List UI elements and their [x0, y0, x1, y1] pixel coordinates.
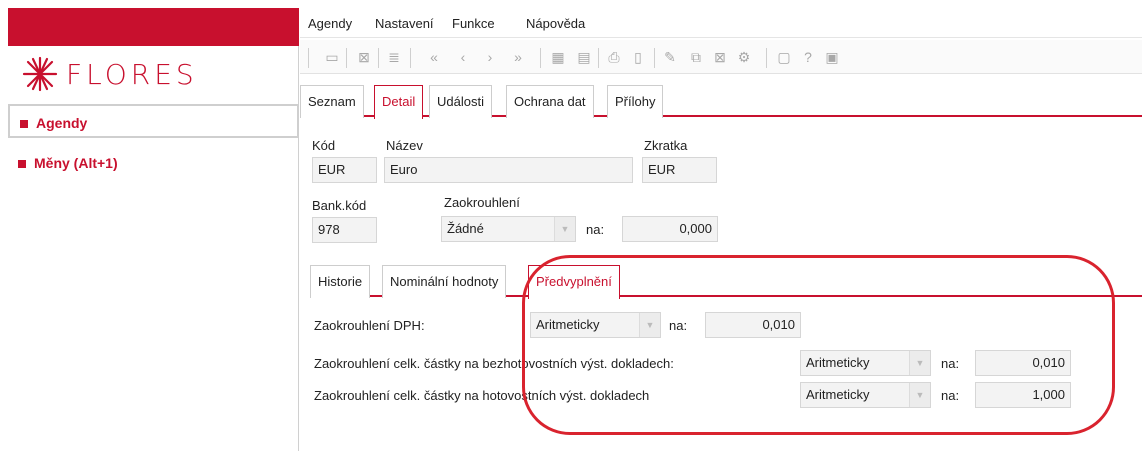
kod-field[interactable]: EUR — [312, 157, 377, 183]
message-icon[interactable]: ▣ — [824, 49, 840, 65]
sidebar-item-agendy[interactable]: Agendy — [8, 104, 299, 138]
toolbar: ▭ ⊠ ≣ « ‹ › » ▦ ▤ ⎙ ▯ ✎ ⧉ ⊠ ⚙ ▢ ? ▣ — [300, 40, 1142, 74]
brand-bar — [8, 8, 299, 46]
help-icon[interactable]: ? — [800, 49, 816, 65]
edit-icon[interactable]: ✎ — [662, 49, 678, 65]
bank-kod-field[interactable]: 978 — [312, 217, 377, 243]
tab-seznam[interactable]: Seznam — [300, 85, 364, 118]
sidebar-item-label: Agendy — [36, 115, 88, 131]
last-icon[interactable]: » — [510, 49, 526, 65]
close-icon[interactable]: ⊠ — [356, 49, 372, 65]
chevron-down-icon[interactable]: ▼ — [554, 217, 575, 241]
na-field[interactable]: 0,000 — [622, 216, 718, 242]
zaokrouhleni-select[interactable]: Žádné ▼ — [441, 216, 576, 242]
flores-star-icon — [22, 56, 58, 92]
nazev-field[interactable]: Euro — [384, 157, 633, 183]
menubar: Agendy Nastavení Funkce Nápověda — [300, 8, 1142, 38]
page-icon[interactable]: ▯ — [630, 49, 646, 65]
menu-nastaveni[interactable]: Nastavení — [375, 16, 434, 31]
main-tabs: Seznam Detail Události Ochrana dat Přílo… — [300, 85, 1142, 119]
next-icon[interactable]: › — [482, 49, 498, 65]
tab-prilohy[interactable]: Přílohy — [607, 85, 664, 118]
menu-funkce[interactable]: Funkce — [452, 16, 495, 31]
sidebar-item-label: Měny (Alt+1) — [34, 155, 118, 171]
zaokrouhleni-label: Zaokrouhlení — [444, 195, 520, 210]
first-icon[interactable]: « — [426, 49, 442, 65]
na-label: na: — [586, 222, 605, 237]
zaokrouhleni-dph-label: Zaokrouhlení DPH: — [314, 318, 425, 333]
tab-ochrana-dat[interactable]: Ochrana dat — [506, 85, 594, 118]
zaokrouhleni-value: Žádné — [447, 221, 484, 236]
copy-icon[interactable]: ⧉ — [688, 49, 704, 65]
tab-detail[interactable]: Detail — [374, 85, 424, 119]
menu-napoveda[interactable]: Nápověda — [526, 16, 585, 31]
tab-udalosti[interactable]: Události — [429, 85, 492, 118]
zkratka-label: Zkratka — [644, 138, 688, 153]
tab-nominalni-hodnoty[interactable]: Nominální hodnoty — [382, 265, 507, 298]
prev-icon[interactable]: ‹ — [455, 49, 471, 65]
info-icon[interactable]: ▢ — [776, 49, 792, 65]
highlight-annotation — [522, 255, 1115, 435]
grid-icon[interactable]: ▦ — [550, 49, 566, 65]
kod-label: Kód — [312, 138, 336, 153]
nazev-label: Název — [386, 138, 423, 153]
tab-historie[interactable]: Historie — [310, 265, 371, 298]
settings-icon[interactable]: ⚙ — [736, 49, 752, 65]
brand-wordmark: FLORES — [66, 58, 198, 91]
open-folder-icon[interactable]: ▭ — [324, 49, 340, 65]
flores-logo: FLORES — [18, 48, 278, 100]
menu-agendy[interactable]: Agendy — [308, 16, 352, 31]
expand-icon — [20, 120, 28, 129]
sidebar-item-meny[interactable]: Měny (Alt+1) — [8, 146, 299, 180]
list-icon[interactable]: ≣ — [386, 49, 402, 65]
print-icon[interactable]: ⎙ — [606, 49, 622, 65]
bank-kod-label: Bank.kód — [312, 198, 367, 213]
zkratka-field[interactable]: EUR — [642, 157, 717, 183]
delete-icon[interactable]: ⊠ — [712, 49, 728, 65]
expand-icon — [18, 160, 26, 169]
record-icon[interactable]: ▤ — [576, 49, 592, 65]
